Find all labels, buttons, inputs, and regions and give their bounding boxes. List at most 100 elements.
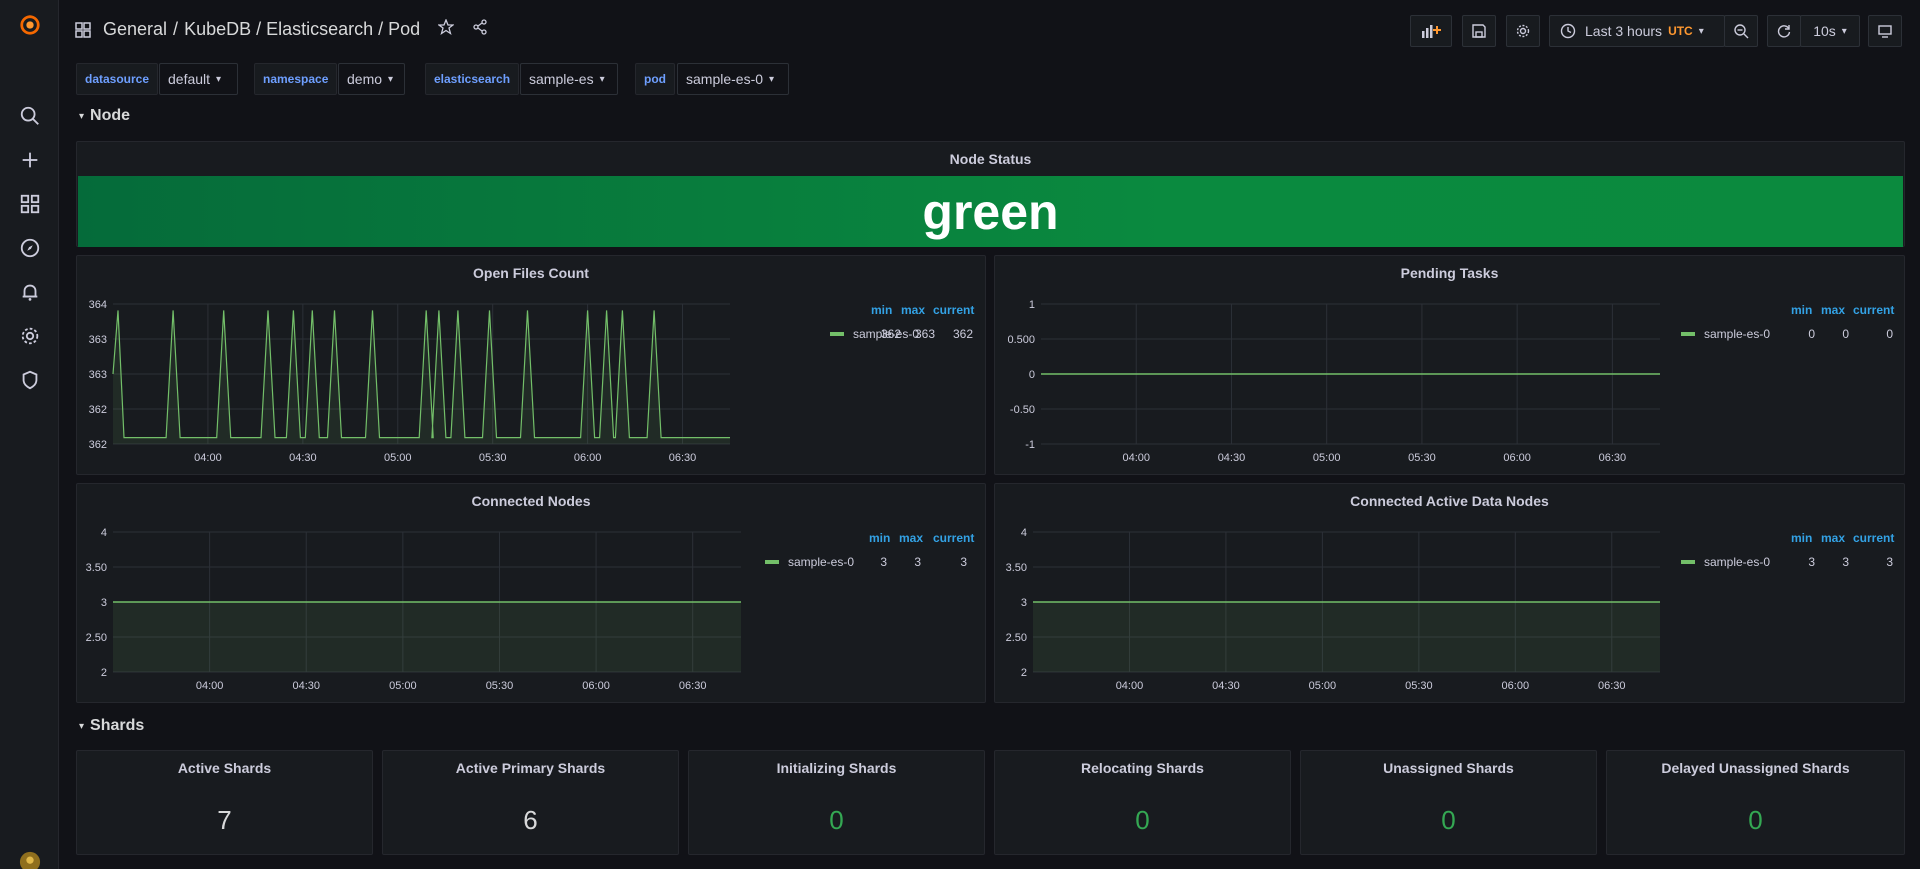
series-area-fill: [1033, 602, 1660, 672]
legend-max-value: 363: [914, 327, 935, 341]
x-tick-label: 06:00: [574, 452, 602, 464]
chevron-down-icon: ▾: [216, 73, 222, 85]
x-tick-label: 06:00: [1502, 680, 1530, 692]
bell-icon[interactable]: [18, 280, 42, 304]
graph-pending-tasks[interactable]: 1 0.500 0 -0.50 -1 04:00 04:30 05:00 05:30 06:00 0…: [995, 256, 1906, 476]
x-tick-label: 04:30: [1218, 452, 1246, 464]
x-tick-label: 05:00: [1313, 452, 1341, 464]
x-tick-label: 04:00: [1122, 452, 1150, 464]
y-tick-label: 363: [89, 334, 107, 346]
stat-value: 0: [1748, 805, 1763, 835]
star-icon[interactable]: [437, 18, 456, 40]
legend-series[interactable]: sample-es-0: [1681, 327, 1770, 341]
legend-header-min: min: [871, 303, 893, 317]
stat-unassigned-shards: Unassigned Shards 0: [1300, 750, 1597, 855]
x-tick-label: 05:00: [384, 452, 412, 464]
y-tick-label: 4: [101, 527, 107, 539]
legend-max-value: 3: [914, 555, 921, 569]
legend-header-max: max: [901, 303, 926, 317]
search-icon[interactable]: [18, 104, 42, 128]
add-panel-button[interactable]: [1410, 15, 1452, 47]
avatar[interactable]: [18, 850, 42, 869]
legend-header-max: max: [1821, 531, 1846, 545]
x-tick-label: 04:00: [194, 452, 222, 464]
panel-title: Node Status: [949, 151, 1032, 167]
clock-icon: [1560, 23, 1576, 39]
time-range-label: Last 3 hours: [1585, 23, 1663, 39]
graph-open-files-count[interactable]: 364 363 363 362 362 04:00 04:30 05:00 05:30 06:00…: [77, 256, 987, 476]
legend-min-value: 0: [1808, 327, 1815, 341]
refresh-button[interactable]: [1767, 15, 1801, 47]
legend-series-name: sample-es-0: [788, 555, 855, 569]
x-tick-label: 06:00: [1503, 452, 1531, 464]
dashboards-icon[interactable]: [18, 192, 42, 216]
tv-mode-button[interactable]: [1868, 15, 1902, 47]
legend-header-current: current: [1853, 303, 1895, 317]
variable-value: demo: [347, 71, 383, 87]
legend-swatch: [1681, 332, 1695, 336]
dashboard-title[interactable]: KubeDB / Elasticsearch / Pod: [184, 19, 420, 40]
legend-series-name: sample-es-0: [1704, 327, 1771, 341]
breadcrumb-folder[interactable]: General: [103, 19, 167, 40]
legend-current-value: 362: [952, 327, 973, 341]
save-button[interactable]: [1462, 15, 1496, 47]
panel-open-files-count: Open Files Count 364 363 363 362 362 04:00 04:…: [76, 255, 986, 475]
graph-connected-nodes[interactable]: 4 3.50 3 2.50 2 04:00 04:30 05:00 05:30 06:00 06:3…: [77, 484, 987, 704]
legend-series[interactable]: sample-es-0: [765, 555, 854, 569]
row-title-shards[interactable]: ▾ Shards: [79, 717, 144, 735]
series-area-fill: [113, 602, 741, 672]
chevron-down-icon: ▾: [388, 73, 394, 85]
x-tick-label: 05:00: [1309, 680, 1337, 692]
zoom-out-icon: [1734, 24, 1749, 39]
legend-min-value: 3: [880, 555, 887, 569]
x-tick-label: 04:30: [1212, 680, 1240, 692]
compass-icon[interactable]: [18, 236, 42, 260]
row-title-node[interactable]: ▾ Node: [79, 107, 130, 125]
stat-value: 0: [829, 805, 844, 835]
x-tick-label: 04:30: [292, 680, 320, 692]
x-tick-label: 04:30: [289, 452, 317, 464]
x-tick-label: 06:30: [669, 452, 697, 464]
gear-icon[interactable]: [18, 324, 42, 348]
stat-title: Active Shards: [177, 760, 272, 776]
variable-select-namespace[interactable]: demo ▾: [338, 63, 405, 95]
shield-icon[interactable]: [18, 368, 42, 392]
y-tick-label: 364: [89, 299, 107, 311]
legend-header-max: max: [899, 531, 924, 545]
stat-delayed-unassigned-shards: Delayed Unassigned Shards 0: [1606, 750, 1905, 855]
add-panel-icon: [1422, 25, 1441, 38]
graph-connected-active-data-nodes[interactable]: 4 3.50 3 2.50 2 04:00 04:30 05:00 05:30 06:00 06:3…: [995, 484, 1906, 704]
legend-header-max: max: [1821, 303, 1846, 317]
variable-label-pod: pod: [635, 63, 675, 95]
x-tick-label: 04:00: [1116, 680, 1144, 692]
variable-label-datasource: datasource: [76, 63, 159, 95]
panel-node-status: Node Status green: [76, 141, 1905, 247]
share-icon[interactable]: [472, 19, 488, 40]
legend-current-value: 3: [1886, 555, 1893, 569]
chevron-down-icon: ▾: [79, 720, 85, 732]
series-area-fill: [113, 310, 730, 444]
refresh-interval-picker[interactable]: 10s ▾: [1800, 15, 1860, 47]
y-tick-label: 3: [101, 597, 107, 609]
chevron-down-icon: ▾: [1698, 25, 1704, 37]
grafana-logo-icon[interactable]: [17, 12, 43, 38]
legend-swatch: [1681, 560, 1695, 564]
legend-header-min: min: [1791, 531, 1813, 545]
x-tick-label: 06:30: [1599, 452, 1627, 464]
legend-max-value: 0: [1842, 327, 1849, 341]
legend: current max min sample-es-0 0 0 0: [1681, 303, 1901, 343]
settings-button[interactable]: [1506, 15, 1540, 47]
node-status-value: green: [78, 176, 1903, 247]
stat-title: Initializing Shards: [776, 760, 897, 776]
variable-select-pod[interactable]: sample-es-0 ▾: [677, 63, 789, 95]
time-picker-button[interactable]: Last 3 hours UTC ▾: [1549, 15, 1725, 47]
refresh-interval-label: 10s: [1813, 23, 1836, 39]
x-tick-label: 06:30: [679, 680, 707, 692]
variable-select-elasticsearch[interactable]: sample-es ▾: [520, 63, 618, 95]
stat-active-shards: Active Shards 7: [76, 750, 373, 855]
variable-select-datasource[interactable]: default ▾: [159, 63, 238, 95]
plus-icon[interactable]: [18, 148, 42, 172]
zoom-out-button[interactable]: [1724, 15, 1758, 47]
breadcrumb: General / KubeDB / Elasticsearch / Pod: [75, 18, 488, 40]
legend-series[interactable]: sample-es-0: [1681, 555, 1770, 569]
